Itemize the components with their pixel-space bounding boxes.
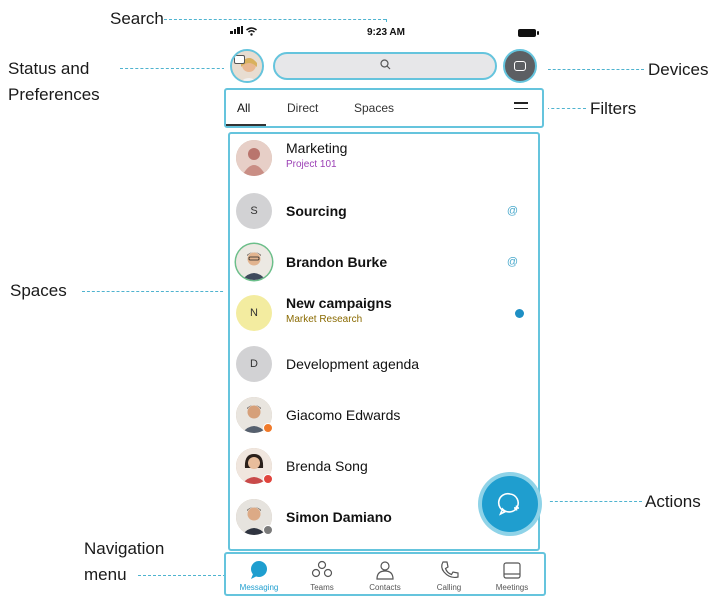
callout-devices-line — [538, 69, 644, 70]
nav-calling[interactable]: Calling — [418, 556, 480, 596]
callout-status-line — [120, 68, 230, 69]
callout-actions: Actions — [645, 492, 701, 511]
space-avatar: D — [236, 346, 272, 382]
status-bar: 9:23 AM — [224, 22, 548, 46]
callout-nav-line2: menu — [84, 565, 127, 584]
presence-badge — [263, 474, 273, 484]
status-badge — [234, 55, 245, 64]
callout-devices: Devices — [648, 60, 709, 79]
mention-icon: @ — [506, 256, 518, 268]
calendar-icon — [501, 559, 523, 581]
contact-avatar — [236, 244, 272, 280]
callout-status-line2: Preferences — [8, 85, 100, 104]
tab-all[interactable]: All — [237, 101, 250, 115]
nav-contacts[interactable]: Contacts — [354, 556, 416, 596]
devices-button[interactable] — [503, 49, 537, 83]
contacts-icon — [374, 559, 396, 581]
devices-icon — [514, 61, 526, 71]
list-item[interactable]: S Sourcing @ — [230, 185, 538, 236]
search-input[interactable] — [273, 52, 497, 80]
contact-name: Brenda Song — [286, 458, 368, 474]
list-item[interactable]: Brandon Burke @ — [230, 236, 538, 287]
active-tab-indicator — [226, 124, 266, 126]
nav-label: Messaging — [239, 583, 279, 592]
battery-icon — [518, 29, 539, 37]
nav-meetings[interactable]: Meetings — [481, 556, 543, 596]
callout-filters-line — [546, 108, 586, 109]
list-item[interactable]: D Development agenda — [230, 338, 538, 389]
list-item[interactable]: Giacomo Edwards — [230, 389, 538, 440]
unread-indicator — [515, 309, 524, 318]
search-icon — [379, 59, 391, 73]
contact-name: Giacomo Edwards — [286, 407, 401, 423]
space-name: Marketing — [286, 140, 348, 156]
list-item[interactable]: N New campaigns Market Research — [230, 287, 538, 338]
nav-label: Teams — [310, 583, 334, 592]
space-avatar: S — [236, 193, 272, 229]
callout-spaces: Spaces — [10, 281, 67, 300]
presence-badge — [263, 525, 273, 535]
callout-nav-line — [138, 575, 226, 576]
space-avatar: N — [236, 295, 272, 331]
filter-tabs: All Direct Spaces — [224, 88, 544, 128]
callout-status-line1: Status and — [8, 59, 90, 78]
nav-label: Meetings — [495, 583, 529, 592]
space-name: New campaigns — [286, 295, 392, 311]
tab-spaces[interactable]: Spaces — [354, 101, 394, 115]
space-subtitle: Project 101 — [286, 159, 337, 170]
callout-search-line — [164, 19, 386, 20]
list-item[interactable]: Marketing Project 101 — [230, 134, 538, 185]
presence-badge — [263, 423, 273, 433]
callout-search: Search — [110, 9, 164, 28]
callout-nav-line1: Navigation — [84, 539, 165, 558]
contact-name: Brandon Burke — [286, 254, 388, 270]
header-bar — [224, 48, 548, 84]
mention-icon: @ — [506, 205, 518, 217]
messaging-icon — [248, 559, 270, 581]
status-time: 9:23 AM — [367, 27, 405, 38]
callout-actions-line — [540, 501, 642, 502]
space-avatar — [236, 140, 272, 176]
space-name: Development agenda — [286, 356, 420, 372]
callout-spaces-line — [82, 291, 228, 292]
new-message-icon — [497, 492, 519, 516]
contact-name: Simon Damiano — [286, 509, 392, 525]
nav-messaging[interactable]: Messaging — [228, 556, 290, 596]
space-subtitle: Market Research — [286, 314, 363, 325]
nav-teams[interactable]: Teams — [291, 556, 353, 596]
teams-icon — [311, 559, 333, 581]
callout-filters: Filters — [590, 99, 637, 118]
profile-avatar[interactable] — [230, 49, 264, 83]
phone-screen: 9:23 AM All Direct Spaces Marketing Proj… — [224, 22, 548, 596]
new-message-button[interactable] — [482, 476, 538, 532]
navigation-menu: Messaging Teams Contacts Calling Meeting… — [224, 552, 546, 596]
space-name: Sourcing — [286, 203, 347, 219]
tab-direct[interactable]: Direct — [287, 101, 318, 115]
sliders-icon[interactable] — [514, 102, 528, 112]
nav-label: Contacts — [369, 583, 401, 592]
phone-icon — [438, 559, 460, 581]
nav-label: Calling — [436, 583, 462, 592]
